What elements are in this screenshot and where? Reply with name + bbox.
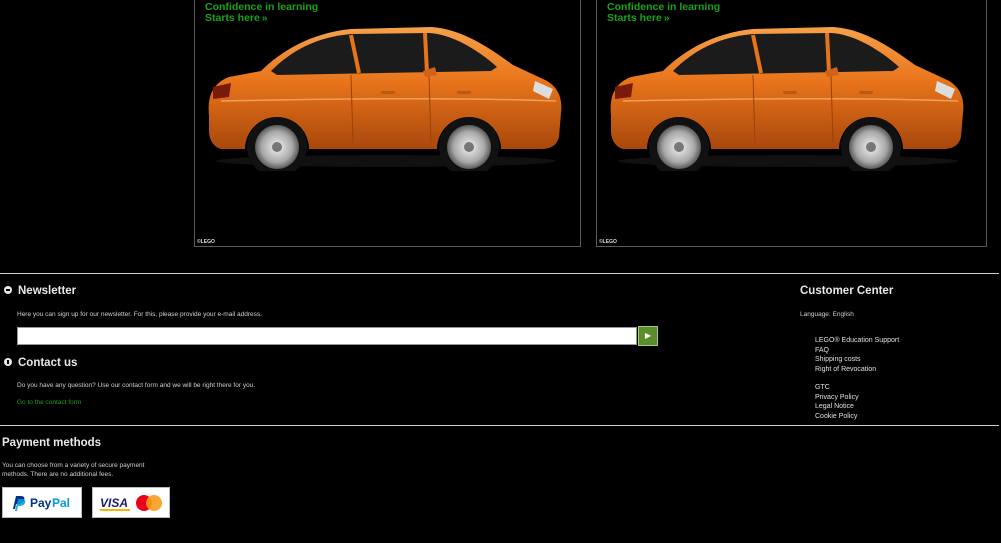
customer-center-heading: Customer Center (800, 285, 894, 297)
link-gtc[interactable]: GTC (815, 383, 859, 393)
promo-banner-1[interactable]: Confidence in learning Starts here» ©LEG… (194, 0, 581, 247)
link-shipping-costs[interactable]: Shipping costs (815, 355, 899, 365)
language-selector[interactable]: Language: English (800, 310, 854, 319)
chat-bubble-icon (4, 357, 12, 366)
customer-center-links-2: GTC Privacy Policy Legal Notice Cookie P… (815, 383, 859, 421)
visa-mastercard-logo: VISA (92, 487, 170, 518)
link-legal-notice[interactable]: Legal Notice (815, 402, 859, 412)
link-faq[interactable]: FAQ (815, 346, 899, 356)
newsletter-title: Newsletter (18, 285, 77, 297)
link-education-support[interactable]: LEGO® Education Support (815, 336, 899, 346)
visa-mastercard-icon: VISA (100, 494, 162, 511)
paypal-icon: Pay Pal (13, 495, 70, 511)
car-image (603, 21, 973, 177)
footer-divider-mid (0, 425, 999, 426)
banner-copyright: ©LEGO (197, 239, 215, 245)
svg-text:Pay: Pay (30, 496, 52, 510)
minus-circle-icon (4, 285, 12, 294)
link-right-of-revocation[interactable]: Right of Revocation (815, 365, 899, 375)
customer-center-links-1: LEGO® Education Support FAQ Shipping cos… (815, 336, 899, 374)
contact-heading: Contact us (4, 357, 77, 369)
contact-title: Contact us (18, 357, 78, 369)
contact-description: Do you have any question? Use our contac… (17, 382, 256, 389)
paypal-logo: Pay Pal (2, 487, 82, 518)
footer-divider-top (0, 273, 999, 274)
newsletter-description: Here you can sign up for our newsletter.… (17, 311, 262, 318)
svg-text:Pal: Pal (52, 496, 70, 510)
payment-heading: Payment methods (2, 437, 102, 449)
link-cookie-policy[interactable]: Cookie Policy (815, 412, 859, 422)
link-privacy-policy[interactable]: Privacy Policy (815, 393, 859, 403)
newsletter-email-input[interactable] (17, 327, 637, 345)
car-image (201, 21, 571, 177)
contact-form-link[interactable]: Go to the contact form (17, 399, 81, 406)
banner-copyright: ©LEGO (599, 239, 617, 245)
svg-text:VISA: VISA (100, 496, 128, 510)
newsletter-heading: Newsletter (4, 285, 76, 297)
payment-description: You can choose from a variety of secure … (2, 462, 145, 478)
promo-banner-2[interactable]: Confidence in learning Starts here» ©LEG… (596, 0, 987, 247)
play-arrow-icon: ▶ (644, 331, 652, 340)
newsletter-submit-button[interactable]: ▶ (638, 326, 658, 346)
